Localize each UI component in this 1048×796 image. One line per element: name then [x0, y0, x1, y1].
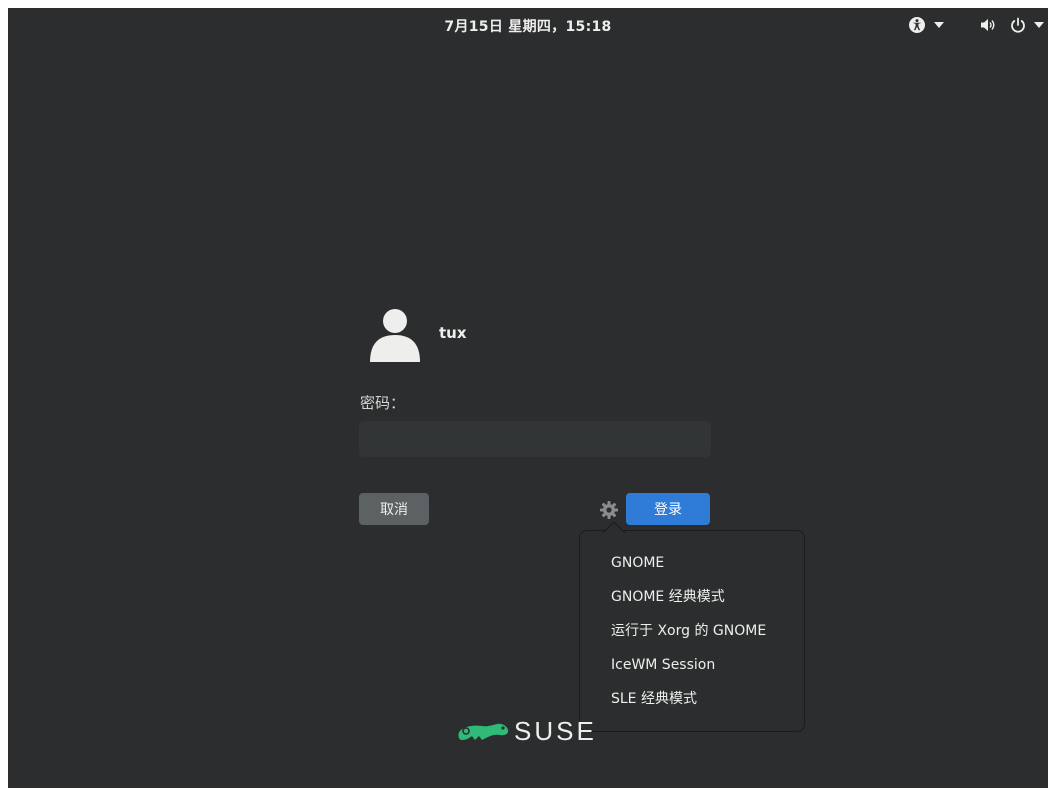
caret-down-icon — [934, 22, 944, 28]
session-item-sle-classic[interactable]: SLE 经典模式 — [580, 682, 804, 716]
clock[interactable]: 7月15日 星期四，15:18 — [8, 16, 1048, 36]
username-label: tux — [439, 324, 467, 342]
session-item-icewm[interactable]: IceWM Session — [580, 648, 804, 682]
accessibility-menu[interactable] — [908, 15, 944, 35]
gear-icon[interactable] — [599, 500, 619, 520]
session-menu: GNOME GNOME 经典模式 运行于 Xorg 的 GNOME IceWM … — [579, 530, 805, 732]
suse-logo: SUSE — [456, 714, 616, 754]
suse-wordmark: SUSE — [514, 716, 597, 746]
system-menu[interactable] — [980, 15, 1044, 35]
password-field[interactable] — [359, 421, 711, 457]
login-button[interactable]: 登录 — [626, 493, 710, 525]
session-item-gnome[interactable]: GNOME — [580, 546, 804, 580]
login-screen: 7月15日 星期四，15:18 tux 密码： 取消 登录 GNOME GNOM… — [8, 8, 1048, 788]
accessibility-icon — [909, 17, 925, 33]
session-item-gnome-xorg[interactable]: 运行于 Xorg 的 GNOME — [580, 614, 804, 648]
chameleon-logo-icon — [458, 723, 509, 740]
popup-arrow — [602, 522, 626, 534]
power-icon — [1011, 17, 1025, 33]
cancel-button[interactable]: 取消 — [359, 493, 429, 525]
password-label: 密码： — [360, 394, 406, 412]
user-avatar-icon — [370, 309, 420, 362]
top-bar: 7月15日 星期四，15:18 — [8, 8, 1048, 42]
caret-down-icon — [1034, 22, 1044, 28]
volume-icon — [981, 19, 995, 31]
session-item-gnome-classic[interactable]: GNOME 经典模式 — [580, 580, 804, 614]
